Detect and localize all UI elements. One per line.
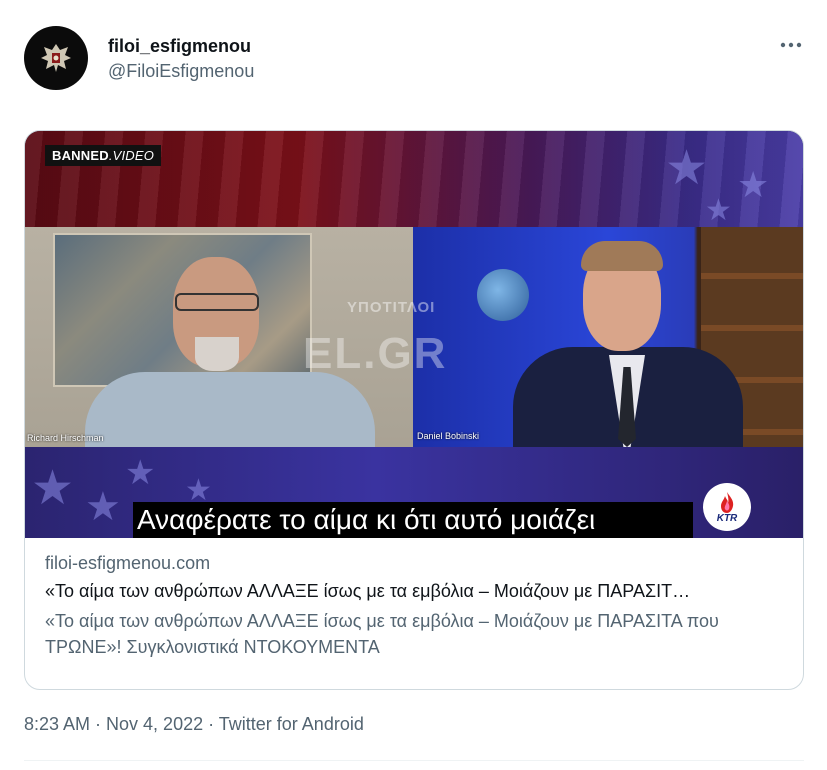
tweet-timestamp[interactable]: 8:23 AM · Nov 4, 2022 · Twitter for Andr… xyxy=(24,714,364,735)
card-meta: filoi-esfigmenou.com «Το αίμα των ανθρώπ… xyxy=(25,538,803,660)
speaker-name-right: Daniel Bobinski xyxy=(417,431,480,441)
tweet-header: filoi_esfigmenou @FiloiEsfigmenou xyxy=(24,26,804,96)
globe-icon xyxy=(477,269,529,321)
double-headed-eagle-emblem-icon xyxy=(41,44,71,72)
user-handle[interactable]: @FiloiEsfigmenou xyxy=(108,58,254,84)
ktr-logo-text: KTR xyxy=(716,512,738,524)
link-card[interactable]: ★ ★ ★ BANNED.VIDEO Richard Hirschman Dan… xyxy=(24,130,804,690)
speaker-name-left: Richard Hirschman xyxy=(27,433,104,443)
star-icon: ★ xyxy=(85,485,121,529)
beard xyxy=(195,337,239,371)
ktr-logo: KTR xyxy=(703,483,751,531)
banned-video-badge: BANNED.VIDEO xyxy=(45,145,162,166)
video-right-panel: Daniel Bobinski xyxy=(413,227,803,457)
star-icon: ★ xyxy=(31,462,75,515)
tweet-author: filoi_esfigmenou @FiloiEsfigmenou xyxy=(108,34,254,84)
star-icon: ★ xyxy=(665,142,709,195)
watermark-logo: EL.GR xyxy=(303,329,448,378)
display-name[interactable]: filoi_esfigmenou xyxy=(108,34,254,58)
card-description: «Το αίμα των ανθρώπων ΑΛΛΑΞΕ ίσως με τα … xyxy=(45,611,719,657)
flame-icon xyxy=(721,491,734,513)
card-title: «Το αίμα των ανθρώπων ΑΛΛΑΞΕ ίσως με τα … xyxy=(45,581,691,601)
glasses xyxy=(175,293,259,311)
hair xyxy=(581,241,663,271)
watermark-subtitles-label: ΥΠΟΤΙΤΛΟΙ xyxy=(347,299,436,316)
card-media-thumbnail[interactable]: ★ ★ ★ BANNED.VIDEO Richard Hirschman Dan… xyxy=(25,131,803,538)
divider xyxy=(24,760,804,761)
avatar[interactable] xyxy=(24,26,88,90)
video-subtitle: Αναφέρατε το αίμα κι ότι αυτό μοιάζει xyxy=(137,504,596,535)
star-icon: ★ xyxy=(125,454,156,492)
card-domain: filoi-esfigmenou.com xyxy=(45,553,211,573)
star-icon: ★ xyxy=(737,164,770,205)
video-top-banner: ★ ★ ★ BANNED.VIDEO xyxy=(25,131,803,227)
ellipsis-icon xyxy=(780,42,802,48)
more-options-button[interactable] xyxy=(778,32,804,58)
